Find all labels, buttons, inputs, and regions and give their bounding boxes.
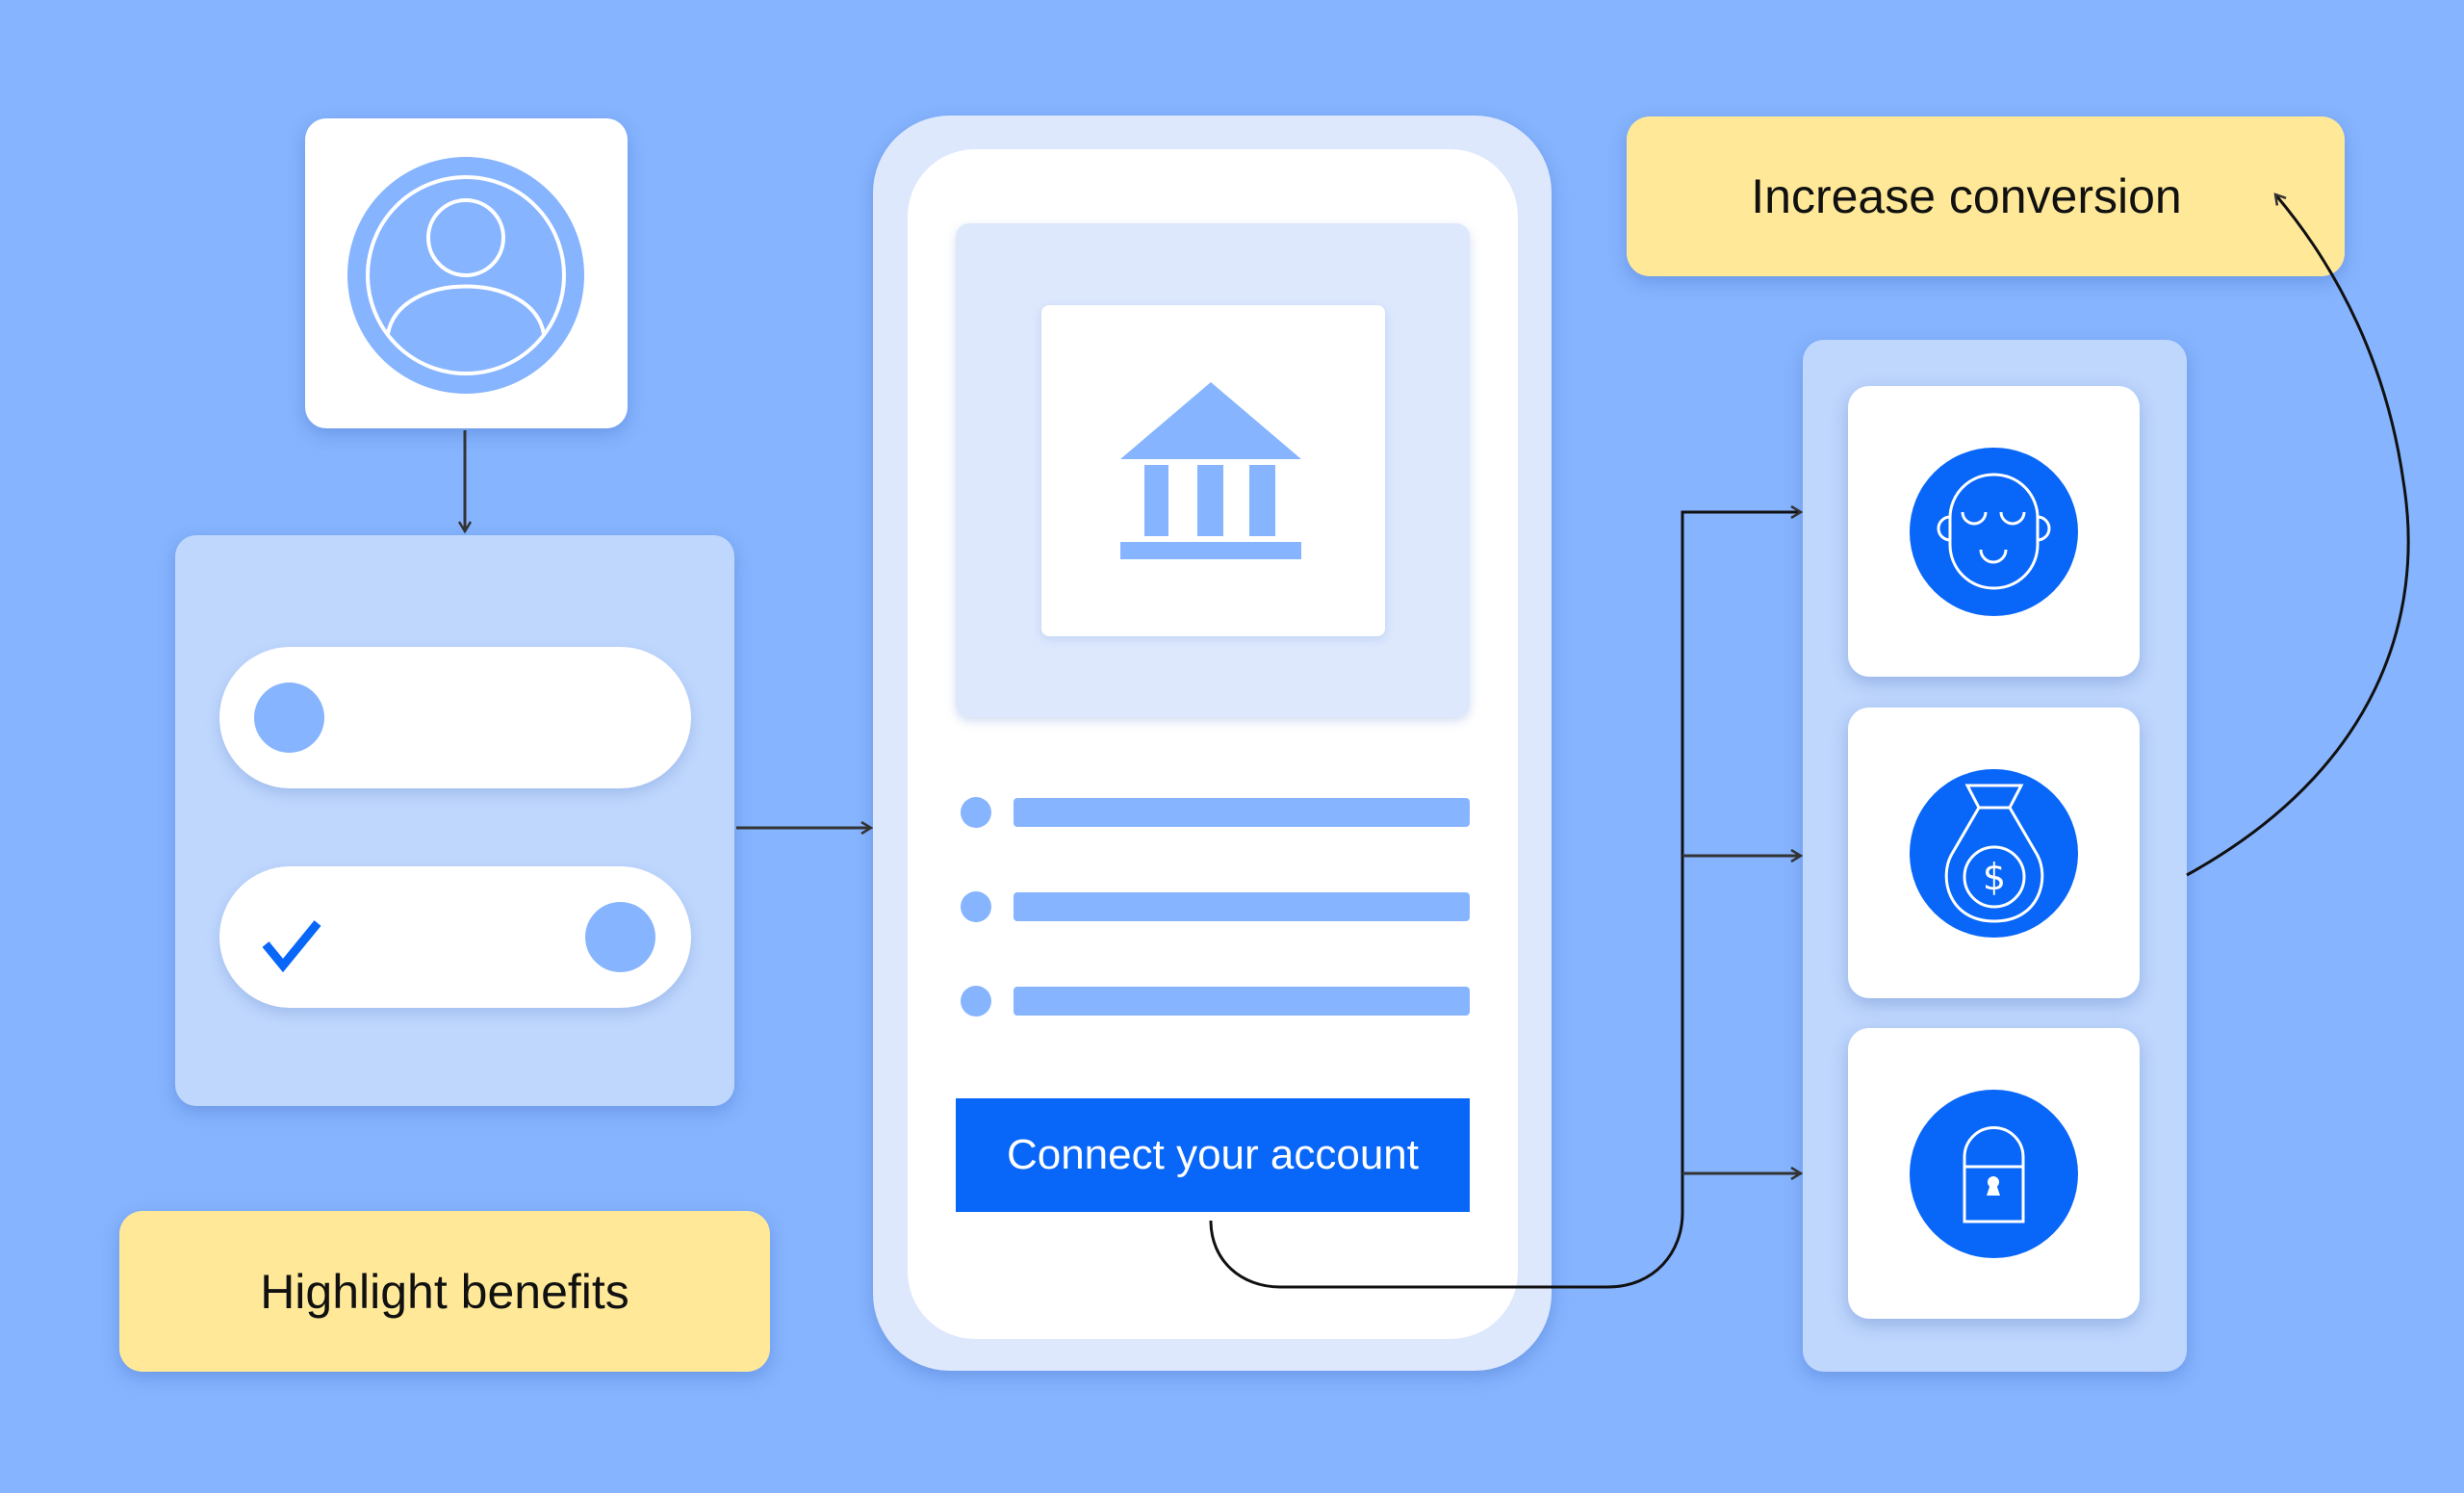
benefit-card-relaxed	[1848, 386, 2140, 677]
benefit-card-security	[1848, 1028, 2140, 1319]
list-item-bar	[1014, 987, 1470, 1016]
avatar-card	[305, 118, 628, 428]
padlock-icon	[1910, 1090, 2078, 1258]
money-bag-icon: $	[1910, 769, 2078, 938]
relaxed-face-icon	[1910, 448, 2078, 616]
list-bullet	[961, 797, 991, 828]
svg-text:$: $	[1983, 856, 2006, 898]
toggle-knob	[254, 682, 324, 753]
toggle-off[interactable]	[219, 647, 691, 788]
highlight-benefits-label: Highlight benefits	[119, 1211, 770, 1372]
benefit-card-money: $	[1848, 708, 2140, 998]
list-item-bar	[1014, 892, 1470, 921]
checkmark-icon	[262, 920, 321, 973]
toggle-options-card	[175, 535, 734, 1106]
bank-icon	[1120, 382, 1301, 559]
arrow-benefits-to-conversion	[2186, 194, 2410, 877]
toggle-knob	[585, 902, 655, 972]
bank-card	[1041, 305, 1385, 636]
list-bullet	[961, 986, 991, 1017]
toggle-on[interactable]	[219, 866, 691, 1008]
increase-conversion-label: Increase conversion	[1627, 116, 2345, 276]
connect-account-button[interactable]: Connect your account	[956, 1098, 1470, 1212]
list-item-bar	[1014, 798, 1470, 827]
highlight-benefits-text: Highlight benefits	[260, 1264, 629, 1319]
list-bullet	[961, 891, 991, 922]
user-profile-icon	[347, 157, 584, 394]
increase-conversion-text: Increase conversion	[1751, 169, 2182, 223]
